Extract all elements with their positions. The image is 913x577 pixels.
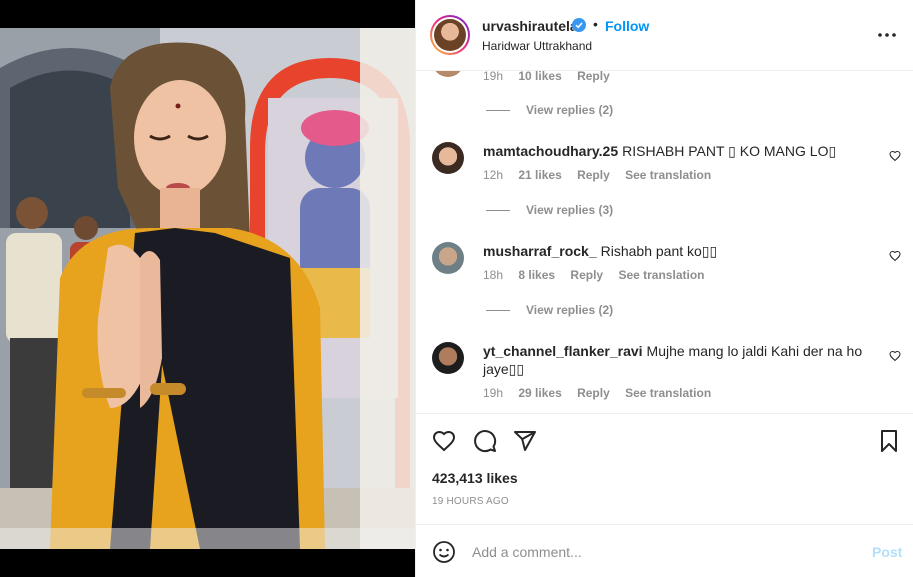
share-icon[interactable] — [513, 429, 537, 453]
comment-icon[interactable] — [473, 429, 497, 453]
comment-meta: 19h 29 likes Reply See translation — [483, 386, 723, 400]
comments-list[interactable]: 19h 10 likes Reply View replies (2) mamt… — [416, 71, 913, 413]
comment-text: RISHABH PANT ▯ KO MANG LO▯ — [622, 143, 837, 159]
comment-likes[interactable]: 21 likes — [518, 168, 561, 182]
verified-icon — [572, 18, 586, 32]
comment-meta: 12h 21 likes Reply See translation — [483, 168, 723, 182]
comment-time: 19h — [483, 71, 504, 83]
post-button[interactable]: Post — [872, 544, 902, 560]
like-comment-icon[interactable] — [889, 150, 901, 162]
comment-meta: 19h 10 likes Reply — [483, 71, 622, 83]
follow-button[interactable]: Follow — [605, 18, 649, 34]
post-actions: 423,413 likes 19 HOURS AGO — [416, 413, 913, 524]
see-translation-button[interactable]: See translation — [625, 168, 711, 182]
post-photo[interactable] — [0, 28, 415, 549]
emoji-icon[interactable] — [432, 540, 456, 564]
comment-text: Rishabh pant ko▯▯ — [600, 243, 718, 259]
comment-meta: 18h 8 likes Reply See translation — [483, 268, 716, 282]
comment-likes[interactable]: 8 likes — [518, 268, 555, 282]
reply-button[interactable]: Reply — [570, 268, 603, 282]
reply-button[interactable]: Reply — [577, 168, 610, 182]
bookmark-icon[interactable] — [877, 429, 901, 453]
likes-count[interactable]: 423,413 likes — [432, 470, 518, 486]
more-options-icon[interactable] — [876, 26, 898, 44]
comment-avatar[interactable] — [432, 142, 464, 174]
view-replies-button[interactable]: View replies (2) — [486, 103, 613, 117]
comment-username[interactable]: yt_channel_flanker_ravi — [483, 343, 643, 359]
see-translation-button[interactable]: See translation — [618, 268, 704, 282]
heart-icon[interactable] — [432, 429, 456, 453]
post-media[interactable] — [0, 0, 415, 577]
comment-avatar[interactable] — [432, 342, 464, 374]
reply-button[interactable]: Reply — [577, 71, 610, 83]
see-translation-button[interactable]: See translation — [625, 386, 711, 400]
post-header: urvashirautela • Follow Haridwar Uttrakh… — [416, 0, 913, 71]
post-timestamp: 19 HOURS AGO — [432, 496, 509, 507]
author-username[interactable]: urvashirautela — [482, 18, 578, 34]
comment-likes[interactable]: 29 likes — [518, 386, 561, 400]
comment-avatar[interactable] — [432, 71, 464, 77]
view-replies-button[interactable]: View replies (2) — [486, 303, 613, 317]
post-panel: urvashirautela • Follow Haridwar Uttrakh… — [415, 0, 913, 577]
comment-avatar[interactable] — [432, 242, 464, 274]
like-comment-icon[interactable] — [889, 250, 901, 262]
author-avatar[interactable] — [430, 15, 470, 55]
comment-username[interactable]: mamtachoudhary.25 — [483, 143, 618, 159]
separator-dot: • — [593, 16, 598, 32]
comment-body: mamtachoudhary.25 RISHABH PANT ▯ KO MANG … — [483, 142, 863, 160]
comment-body: musharraf_rock_ Rishabh pant ko▯▯ — [483, 242, 863, 260]
like-comment-icon[interactable] — [889, 350, 901, 362]
post-location[interactable]: Haridwar Uttrakhand — [482, 39, 592, 53]
view-replies-button[interactable]: View replies (3) — [486, 203, 613, 217]
comment-username[interactable]: musharraf_rock_ — [483, 243, 597, 259]
comment-body: yt_channel_flanker_ravi Mujhe mang lo jal… — [483, 342, 863, 378]
reply-button[interactable]: Reply — [577, 386, 610, 400]
comment-input[interactable] — [472, 539, 852, 565]
comment-time: 18h — [483, 268, 504, 282]
comment-likes[interactable]: 10 likes — [518, 71, 561, 83]
comment-composer: Post — [416, 524, 913, 577]
comment-time: 19h — [483, 386, 504, 400]
comment-time: 12h — [483, 168, 504, 182]
